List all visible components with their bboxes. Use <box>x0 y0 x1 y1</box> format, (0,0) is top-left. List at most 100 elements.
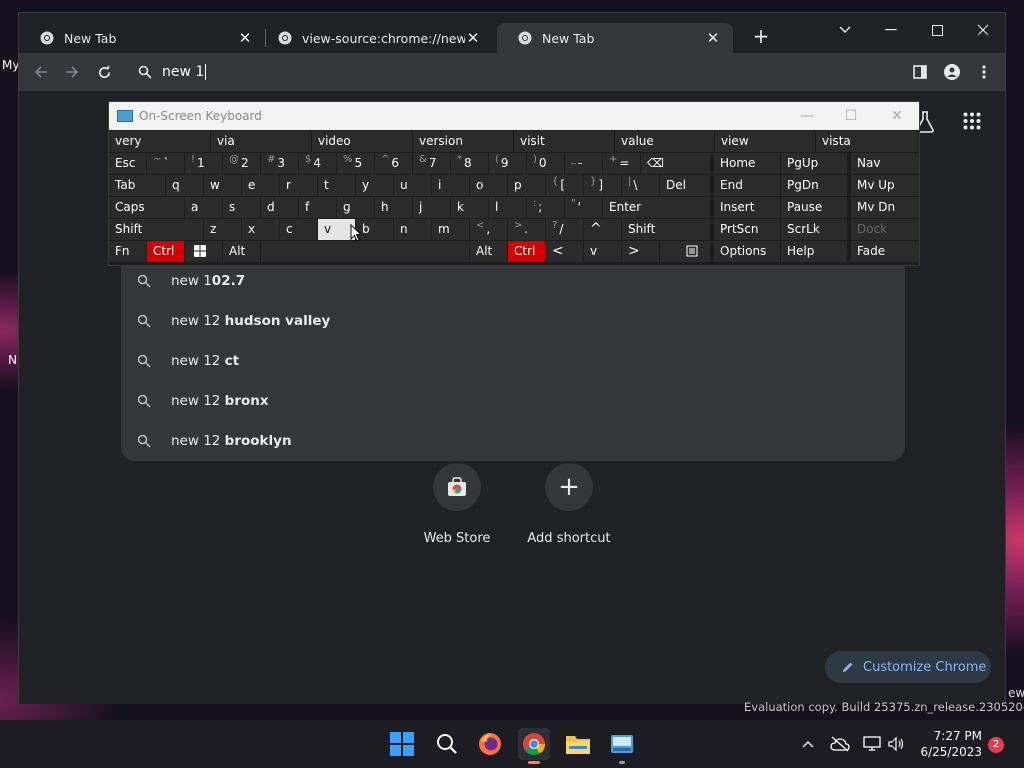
key-options[interactable]: Options <box>714 241 780 262</box>
key-arrow-left[interactable]: < <box>546 241 583 262</box>
key-h[interactable]: h <box>375 197 412 218</box>
key-z[interactable]: z <box>204 219 241 240</box>
key-tab[interactable]: Tab <box>109 175 165 196</box>
key-backtick[interactable]: ~ ` <box>147 153 184 174</box>
key-alt-left[interactable]: Alt <box>223 241 260 262</box>
side-panel-button[interactable] <box>908 60 932 84</box>
key-arrow-up[interactable]: ^ <box>584 219 621 240</box>
key-arrow-down[interactable]: v <box>584 241 621 262</box>
key-page-down[interactable]: PgDn <box>781 175 847 196</box>
key-1[interactable]: ! 1 <box>185 153 222 174</box>
key-backslash[interactable]: | \ <box>622 175 659 196</box>
desktop-icon-label[interactable]: N <box>8 353 17 367</box>
key-insert[interactable]: Insert <box>714 197 780 218</box>
key-a[interactable]: a <box>185 197 222 218</box>
tab-new-tab-1[interactable]: New Tab ✕ <box>19 23 265 53</box>
osk-maximize-button[interactable]: ☐ <box>829 102 873 130</box>
tab-search-button[interactable] <box>825 17 865 43</box>
key-s[interactable]: s <box>223 197 260 218</box>
key-e[interactable]: e <box>242 175 279 196</box>
key-help[interactable]: Help <box>781 241 847 262</box>
key-6[interactable]: ^ 6 <box>375 153 412 174</box>
key-t[interactable]: t <box>318 175 355 196</box>
key-caps-lock[interactable]: Caps <box>109 197 184 218</box>
key-shift-left[interactable]: Shift <box>109 219 203 240</box>
shortcut-web-store[interactable]: Web Store <box>397 463 517 546</box>
minimize-button[interactable] <box>871 17 911 43</box>
key-l[interactable]: l <box>489 197 526 218</box>
key-0[interactable]: ) 0 <box>527 153 564 174</box>
key-move-down[interactable]: Mv Dn <box>851 197 919 218</box>
prediction-word[interactable]: video <box>312 131 413 152</box>
key-o[interactable]: o <box>470 175 507 196</box>
key-r[interactable]: r <box>280 175 317 196</box>
prediction-word[interactable]: value <box>615 131 715 152</box>
new-tab-button[interactable]: + <box>749 25 773 49</box>
key-home[interactable]: Home <box>714 153 780 174</box>
key-delete[interactable]: Del <box>660 175 710 196</box>
google-apps-icon[interactable] <box>963 112 981 134</box>
key-n[interactable]: n <box>394 219 431 240</box>
desktop-icon-label[interactable]: ew <box>1008 686 1024 700</box>
back-button[interactable] <box>29 60 53 84</box>
key-k[interactable]: k <box>451 197 488 218</box>
start-button[interactable] <box>386 728 418 760</box>
key-equals[interactable]: + = <box>603 153 640 174</box>
suggestion-row[interactable]: new 12 bronx <box>121 381 905 421</box>
key-ctrl-right[interactable]: Ctrl <box>508 241 545 262</box>
key-4[interactable]: $4 <box>299 153 336 174</box>
close-window-button[interactable] <box>963 17 1003 43</box>
key-menu[interactable] <box>660 241 710 262</box>
key-period[interactable]: >. <box>508 219 545 240</box>
key-close-bracket[interactable]: }] <box>584 175 621 196</box>
key-f[interactable]: f <box>299 197 336 218</box>
shortcut-add[interactable]: + Add shortcut <box>509 463 629 546</box>
key-7[interactable]: & 7 <box>413 153 450 174</box>
key-3[interactable]: #3 <box>261 153 298 174</box>
tab-close-button[interactable]: ✕ <box>237 29 253 47</box>
key-q[interactable]: q <box>166 175 203 196</box>
suggestion-row[interactable]: new 1 02.7 <box>121 261 905 301</box>
key-u[interactable]: u <box>394 175 431 196</box>
customize-chrome-button[interactable]: Customize Chrome <box>825 651 991 683</box>
key-5[interactable]: % 5 <box>337 153 374 174</box>
address-bar-text[interactable]: new 1 <box>162 64 204 80</box>
system-clock[interactable]: 7:27 PM 6/25/2023 <box>916 728 982 760</box>
profile-button[interactable] <box>940 60 964 84</box>
key-minus[interactable]: _ - <box>565 153 602 174</box>
tab-view-source[interactable]: view-source:chrome://new-tab-p ✕ <box>257 23 493 53</box>
tab-close-button[interactable]: ✕ <box>705 29 721 47</box>
key-g[interactable]: g <box>337 197 374 218</box>
suggestion-row[interactable]: new 12 ct <box>121 341 905 381</box>
key-comma[interactable]: <, <box>470 219 507 240</box>
osk-app[interactable] <box>606 728 638 764</box>
key-fade[interactable]: Fade <box>851 241 919 262</box>
key-c[interactable]: c <box>280 219 317 240</box>
desktop-icon-label[interactable]: My <box>2 58 19 72</box>
tab-new-tab-active[interactable]: New Tab ✕ <box>497 23 733 53</box>
key-2[interactable]: @2 <box>223 153 260 174</box>
key-nav[interactable]: Nav <box>851 153 919 174</box>
key-scroll-lock[interactable]: ScrLk <box>781 219 847 240</box>
key-ctrl-left[interactable]: Ctrl <box>147 241 184 262</box>
display-status-button[interactable] <box>858 728 886 760</box>
prediction-word[interactable]: vista <box>816 131 919 152</box>
volume-button[interactable] <box>884 728 908 760</box>
key-slash[interactable]: ? / <box>546 219 583 240</box>
key-space[interactable] <box>261 241 469 262</box>
key-alt-right[interactable]: Alt <box>470 241 507 262</box>
key-esc[interactable]: Esc <box>109 153 146 174</box>
key-shift-right[interactable]: Shift <box>622 219 710 240</box>
key-semicolon[interactable]: :; <box>527 197 564 218</box>
key-i[interactable]: i <box>432 175 469 196</box>
chrome-menu-button[interactable] <box>972 60 996 84</box>
taskbar-search-button[interactable] <box>431 728 463 760</box>
osk-minimize-button[interactable]: — <box>785 102 829 130</box>
key-enter[interactable]: Enter <box>603 197 710 218</box>
prediction-word[interactable]: visit <box>514 131 615 152</box>
key-fn[interactable]: Fn <box>109 241 146 262</box>
address-bar[interactable]: new 1 <box>122 55 902 89</box>
key-m[interactable]: m <box>432 219 469 240</box>
key-y[interactable]: y <box>356 175 393 196</box>
maximize-button[interactable] <box>917 17 957 43</box>
